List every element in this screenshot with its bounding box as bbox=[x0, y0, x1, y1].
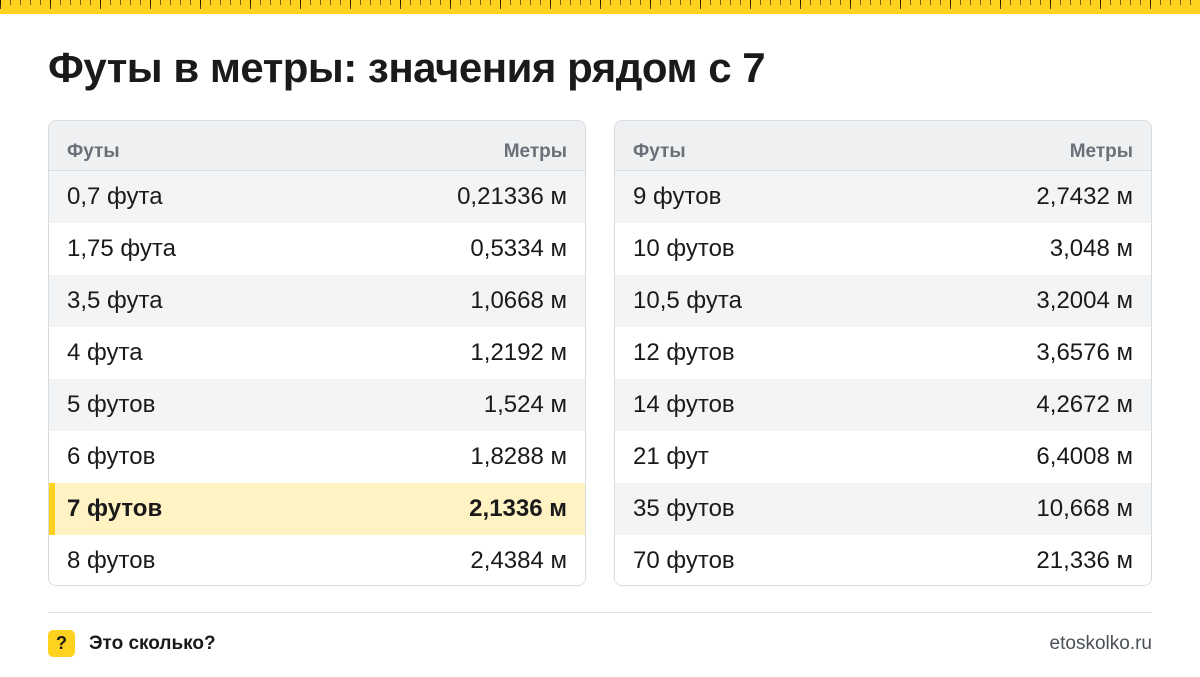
column-header-feet: Футы bbox=[67, 140, 120, 162]
table-row: 4 фута 1,2192 м bbox=[49, 327, 585, 379]
conversion-table-left: Футы Метры 0,7 фута 0,21336 м 1,75 фута … bbox=[48, 120, 586, 586]
meters-cell: 2,4384 м bbox=[470, 547, 567, 574]
feet-cell: 9 футов bbox=[633, 183, 722, 210]
page-title: Футы в метры: значения рядом с 7 bbox=[48, 44, 766, 91]
ruler-strip bbox=[0, 0, 1200, 14]
feet-cell: 1,75 фута bbox=[67, 235, 176, 262]
meters-cell: 10,668 м bbox=[1036, 495, 1133, 522]
column-header-meters: Метры bbox=[1069, 140, 1133, 162]
table-row: 35 футов 10,668 м bbox=[615, 483, 1151, 535]
meters-cell: 0,21336 м bbox=[457, 183, 567, 210]
feet-cell: 3,5 фута bbox=[67, 287, 163, 314]
feet-cell: 70 футов bbox=[633, 547, 735, 574]
table-row: 12 футов 3,6576 м bbox=[615, 327, 1151, 379]
table-row: 9 футов 2,7432 м bbox=[615, 171, 1151, 223]
meters-cell: 4,2672 м bbox=[1036, 391, 1133, 418]
table-row: 10,5 фута 3,2004 м bbox=[615, 275, 1151, 327]
brand-name: Это сколько? bbox=[89, 632, 216, 654]
meters-cell: 3,6576 м bbox=[1036, 339, 1133, 366]
meters-cell: 3,2004 м bbox=[1036, 287, 1133, 314]
meters-cell: 1,8288 м bbox=[470, 443, 567, 470]
table-row: 10 футов 3,048 м bbox=[615, 223, 1151, 275]
table-row: 1,75 фута 0,5334 м bbox=[49, 223, 585, 275]
column-header-feet: Футы bbox=[633, 140, 686, 162]
feet-cell: 12 футов bbox=[633, 339, 735, 366]
question-mark-icon: ? bbox=[48, 630, 75, 657]
feet-cell: 8 футов bbox=[67, 547, 156, 574]
feet-cell: 6 футов bbox=[67, 443, 156, 470]
table-row: 5 футов 1,524 м bbox=[49, 379, 585, 431]
footer-brand: ? Это сколько? bbox=[48, 630, 216, 657]
meters-cell: 3,048 м bbox=[1049, 235, 1133, 262]
feet-cell: 10,5 фута bbox=[633, 287, 742, 314]
table-row: 8 футов 2,4384 м bbox=[49, 535, 585, 585]
meters-cell: 0,5334 м bbox=[470, 235, 567, 262]
feet-cell: 14 футов bbox=[633, 391, 735, 418]
meters-cell: 1,0668 м bbox=[470, 287, 567, 314]
table-header: Футы Метры bbox=[615, 121, 1151, 171]
meters-cell: 21,336 м bbox=[1036, 547, 1133, 574]
table-row: 0,7 фута 0,21336 м bbox=[49, 171, 585, 223]
feet-cell: 4 фута bbox=[67, 339, 143, 366]
feet-cell: 0,7 фута bbox=[67, 183, 163, 210]
meters-cell: 1,2192 м bbox=[470, 339, 567, 366]
feet-cell: 7 футов bbox=[67, 495, 163, 522]
table-header: Футы Метры bbox=[49, 121, 585, 171]
table-body: 9 футов 2,7432 м 10 футов 3,048 м 10,5 ф… bbox=[615, 171, 1151, 585]
table-row: 14 футов 4,2672 м bbox=[615, 379, 1151, 431]
footer-divider bbox=[48, 612, 1152, 613]
column-header-meters: Метры bbox=[503, 140, 567, 162]
feet-cell: 5 футов bbox=[67, 391, 156, 418]
meters-cell: 2,1336 м bbox=[469, 495, 567, 522]
table-row: 6 футов 1,8288 м bbox=[49, 431, 585, 483]
table-row: 70 футов 21,336 м bbox=[615, 535, 1151, 585]
table-row-highlighted: 7 футов 2,1336 м bbox=[49, 483, 585, 535]
feet-cell: 35 футов bbox=[633, 495, 735, 522]
conversion-table-right: Футы Метры 9 футов 2,7432 м 10 футов 3,0… bbox=[614, 120, 1152, 586]
table-body: 0,7 фута 0,21336 м 1,75 фута 0,5334 м 3,… bbox=[49, 171, 585, 585]
meters-cell: 6,4008 м bbox=[1036, 443, 1133, 470]
feet-cell: 21 фут bbox=[633, 443, 709, 470]
site-url: etoskolko.ru bbox=[1049, 633, 1152, 654]
table-row: 21 фут 6,4008 м bbox=[615, 431, 1151, 483]
table-row: 3,5 фута 1,0668 м bbox=[49, 275, 585, 327]
meters-cell: 2,7432 м bbox=[1036, 183, 1133, 210]
feet-cell: 10 футов bbox=[633, 235, 735, 262]
meters-cell: 1,524 м bbox=[483, 391, 567, 418]
